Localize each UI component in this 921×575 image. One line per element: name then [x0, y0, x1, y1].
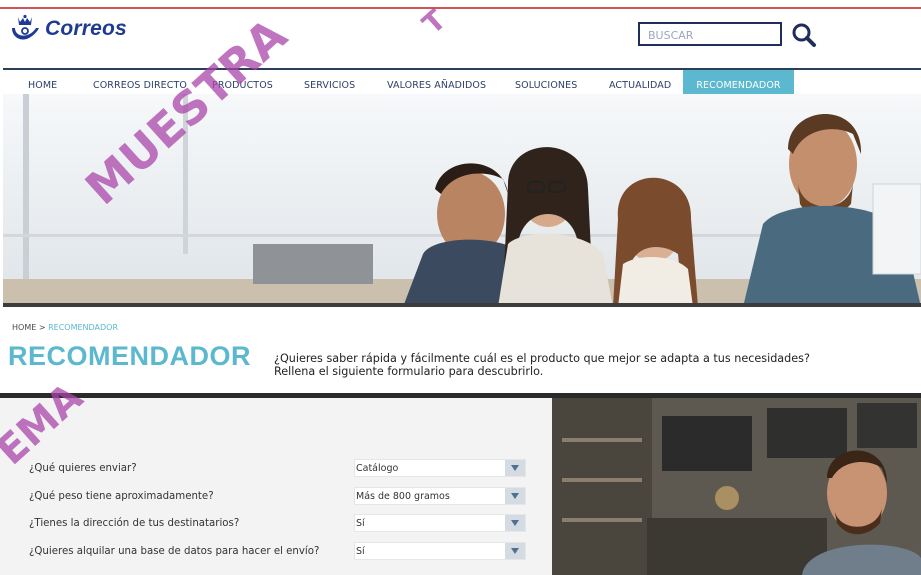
breadcrumb-separator: > — [36, 323, 49, 332]
chevron-down-icon — [505, 515, 525, 531]
select-value: Sí — [356, 545, 365, 557]
hero-bottom-bar — [3, 303, 921, 307]
question-label: ¿Qué quieres enviar? — [29, 462, 137, 474]
form-row: ¿Qué peso tiene aproximadamente? Más de … — [29, 487, 529, 505]
intro-line-1: ¿Quieres saber rápida y fácilmente cuál … — [274, 352, 810, 365]
question-select[interactable]: Más de 800 gramos — [354, 487, 526, 505]
hero-image — [3, 94, 921, 307]
form-row: ¿Qué quieres enviar? Catálogo — [29, 459, 529, 477]
question-label: ¿Tienes la dirección de tus destinatario… — [29, 517, 240, 529]
chevron-down-icon — [505, 460, 525, 476]
question-select[interactable]: Sí — [354, 542, 526, 560]
breadcrumb-home[interactable]: HOME — [12, 323, 36, 332]
intro-text: ¿Quieres saber rápida y fácilmente cuál … — [274, 352, 810, 378]
intro-line-2: Rellena el siguiente formulario para des… — [274, 365, 544, 378]
correos-logo[interactable]: Correos — [9, 14, 127, 44]
crown-horn-icon — [12, 14, 39, 40]
magnifier-icon — [792, 23, 816, 47]
select-value: Sí — [356, 517, 365, 529]
page-title: RECOMENDADOR — [8, 341, 252, 371]
breadcrumb-current: RECOMENDADOR — [48, 323, 119, 332]
question-select[interactable]: Sí — [354, 514, 526, 532]
question-select[interactable]: Catálogo — [354, 459, 526, 477]
site-header: Correos — [0, 0, 921, 70]
breadcrumb: HOME > RECOMENDADOR — [12, 323, 118, 332]
search-box[interactable] — [638, 22, 782, 46]
question-label: ¿Qué peso tiene aproximadamente? — [29, 490, 214, 502]
hero-photo-people — [3, 94, 921, 307]
cafe-photo-man — [552, 398, 921, 575]
search-input[interactable] — [640, 25, 780, 46]
chevron-down-icon — [505, 488, 525, 504]
chevron-down-icon — [505, 543, 525, 559]
question-label: ¿Quieres alquilar una base de datos para… — [29, 545, 320, 557]
form-row: ¿Tienes la dirección de tus destinatario… — [29, 514, 529, 532]
select-value: Catálogo — [356, 462, 399, 474]
recommender-form: ¿Qué quieres enviar? Catálogo ¿Qué peso … — [0, 398, 552, 575]
select-value: Más de 800 gramos — [356, 490, 450, 502]
cafe-photo — [552, 398, 921, 575]
form-row: ¿Quieres alquilar una base de datos para… — [29, 542, 529, 560]
brand-name: Correos — [45, 17, 127, 40]
search-button[interactable] — [789, 21, 819, 49]
